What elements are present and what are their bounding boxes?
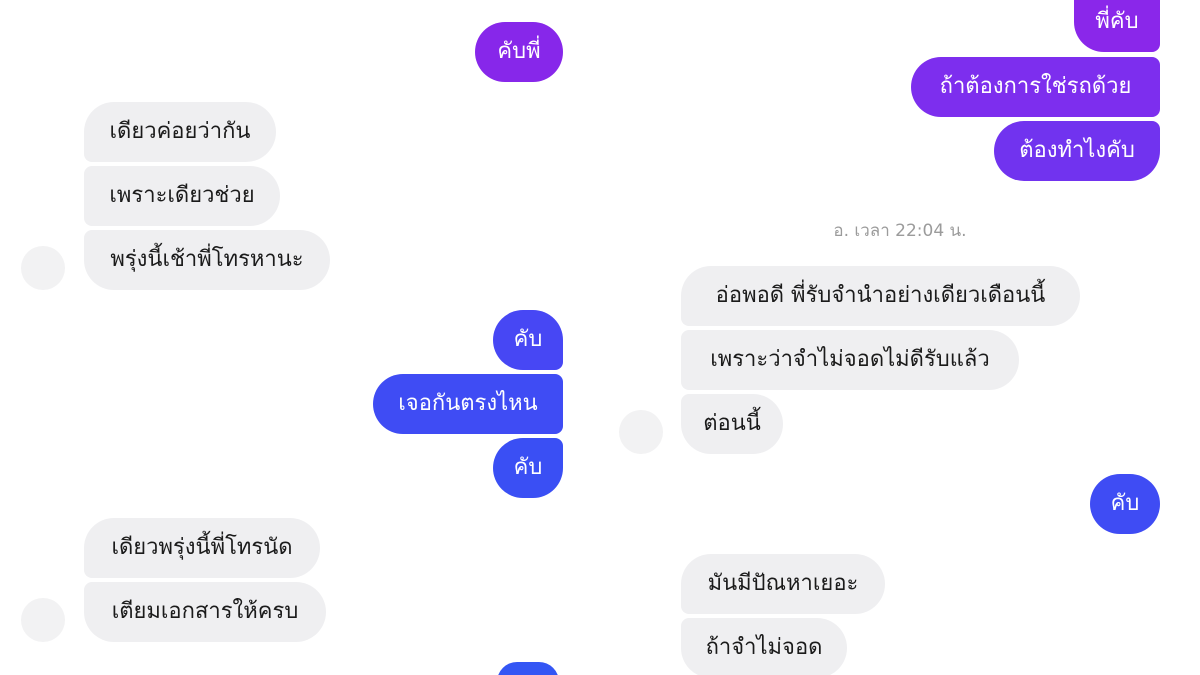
message-bubble[interactable]: อ่อพอดี พี่รับจำนำอย่างเดียวเดือนนี้ bbox=[681, 266, 1080, 326]
avatar[interactable] bbox=[619, 410, 663, 454]
message-bubble[interactable]: เดียวพรุ่งนี้พี่โทรนัด bbox=[84, 518, 320, 578]
message-bubble[interactable]: พรุ่งนี้เช้าพี่โทรหานะ bbox=[84, 230, 330, 290]
message-bubble[interactable]: เพราะเดียวช่วย bbox=[84, 166, 280, 226]
message-bubble[interactable]: คับพี่ bbox=[475, 22, 563, 82]
message-bubble-partial[interactable] bbox=[497, 662, 559, 675]
timestamp: อ. เวลา 22:04 น. bbox=[833, 221, 967, 241]
message-bubble[interactable]: เตียมเอกสารให้ครบ bbox=[84, 582, 326, 642]
avatar[interactable] bbox=[21, 598, 65, 642]
message-bubble[interactable]: เดียวค่อยว่ากัน bbox=[84, 102, 276, 162]
message-bubble[interactable]: มันมีปัณหาเยอะ bbox=[681, 554, 885, 614]
right-chat-pane: พี่คับ ถ้าต้องการใช่รถด้วย ต้องทำไงคับ อ… bbox=[600, 0, 1200, 675]
message-bubble[interactable]: เพราะว่าจำไม่จอดไม่ดีรับแล้ว bbox=[681, 330, 1019, 390]
message-bubble[interactable]: คับ bbox=[493, 438, 563, 498]
message-bubble[interactable]: ต้องทำไงคับ bbox=[994, 121, 1160, 181]
avatar[interactable] bbox=[21, 246, 65, 290]
message-bubble[interactable]: เจอกันตรงไหน bbox=[373, 374, 563, 434]
message-bubble[interactable]: ถ้าจำไม่จอด bbox=[681, 618, 847, 675]
message-bubble[interactable]: พี่คับ bbox=[1074, 0, 1160, 52]
left-chat-pane: คับพี่ เดียวค่อยว่ากัน เพราะเดียวช่วย พร… bbox=[0, 0, 600, 675]
message-bubble[interactable]: ถ้าต้องการใช่รถด้วย bbox=[911, 57, 1160, 117]
message-bubble[interactable]: คับ bbox=[493, 310, 563, 370]
message-bubble[interactable]: คับ bbox=[1090, 474, 1160, 534]
message-bubble[interactable]: ต่อนนี้ bbox=[681, 394, 783, 454]
